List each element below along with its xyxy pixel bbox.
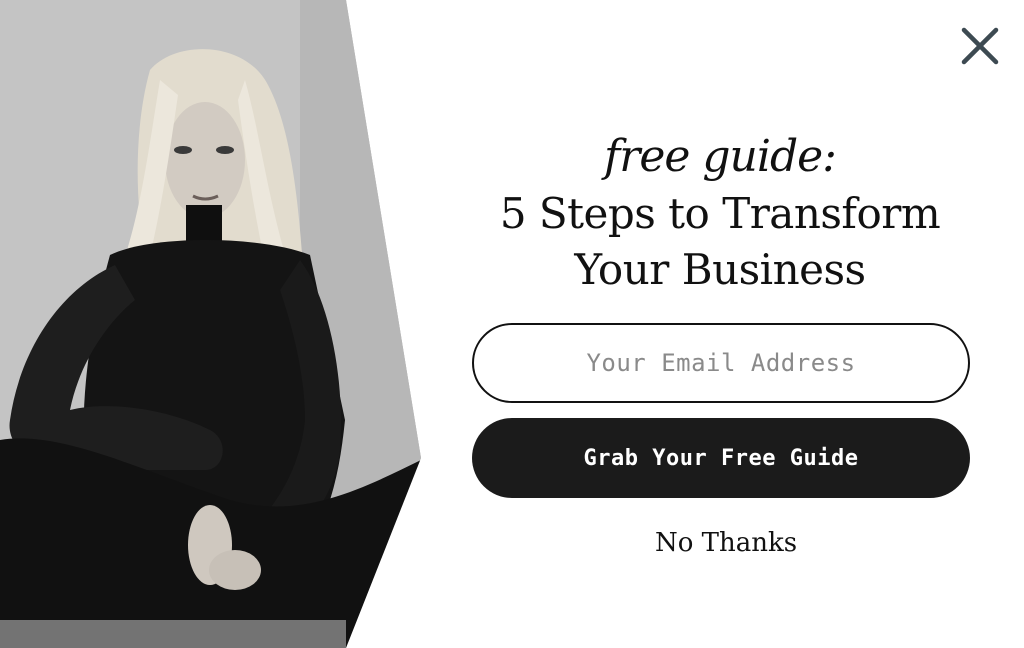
no-thanks-link[interactable]: No Thanks xyxy=(472,528,980,558)
title-line-2: Your Business xyxy=(574,245,866,294)
eyebrow-text: free guide: xyxy=(604,131,837,182)
close-button[interactable] xyxy=(958,24,1002,68)
title-line-1: 5 Steps to Transform xyxy=(499,189,941,238)
hero-photo xyxy=(0,0,421,648)
close-icon xyxy=(961,27,999,65)
popup-modal: free guide: 5 Steps to Transform Your Bu… xyxy=(0,0,1024,648)
email-input[interactable] xyxy=(472,323,970,403)
popup-heading: free guide: 5 Steps to Transform Your Bu… xyxy=(470,128,970,298)
woman-portrait-image xyxy=(0,0,421,648)
grab-guide-button[interactable]: Grab Your Free Guide xyxy=(472,418,970,498)
